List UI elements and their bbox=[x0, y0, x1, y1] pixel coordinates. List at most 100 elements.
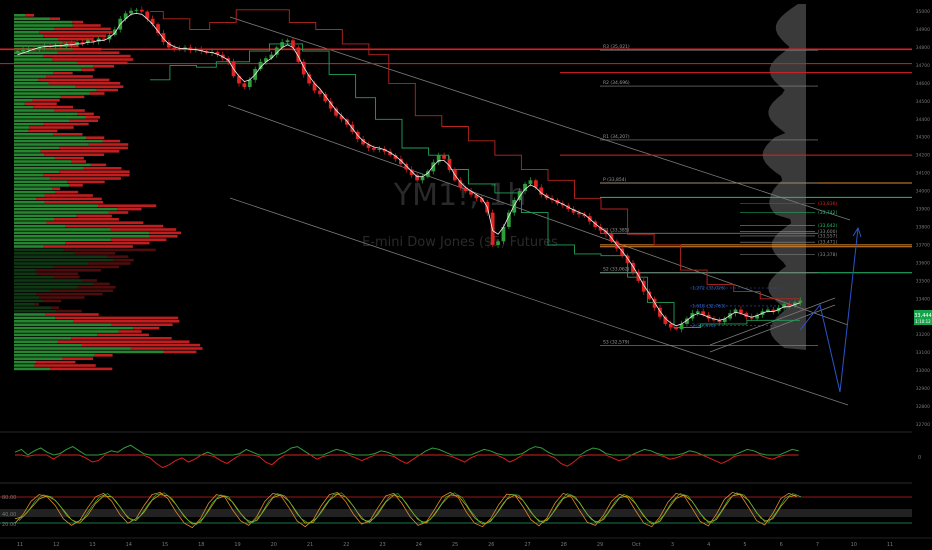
trading-chart[interactable]: YM1!, 1h E-mini Dow Jones ($5) Futures R… bbox=[0, 0, 932, 550]
profile-bar-sell bbox=[36, 272, 79, 275]
profile-bar-sell bbox=[46, 221, 144, 224]
profile-bar-buy bbox=[14, 211, 109, 214]
profile-bar-buy bbox=[14, 347, 131, 350]
profile-bar-sell bbox=[28, 129, 58, 133]
profile-bar-buy bbox=[14, 78, 39, 82]
profile-bar-buy bbox=[14, 320, 74, 323]
profile-bar-sell bbox=[43, 54, 131, 58]
profile-bar-sell bbox=[77, 112, 94, 116]
time-tick-label: 18 bbox=[198, 542, 204, 548]
profile-bar-buy bbox=[14, 119, 70, 122]
time-tick-label: Oct bbox=[632, 542, 641, 548]
profile-bar-sell bbox=[54, 109, 85, 112]
price-tick-label: 32900 bbox=[916, 386, 930, 392]
profile-bar-buy bbox=[14, 68, 82, 71]
candle-body bbox=[139, 9, 144, 12]
profile-bar-sell bbox=[54, 27, 111, 31]
profile-bar-sell bbox=[50, 177, 121, 180]
profile-bar-sell bbox=[43, 245, 133, 248]
profile-bar-buy bbox=[14, 27, 55, 31]
time-tick-label: 23 bbox=[379, 542, 385, 548]
target-label: (33,742) bbox=[818, 210, 838, 216]
profile-bar-buy bbox=[14, 58, 53, 61]
profile-bar-buy bbox=[14, 126, 30, 129]
price-tick-label: 34500 bbox=[916, 99, 930, 105]
profile-bar-sell bbox=[97, 204, 157, 207]
price-tick-label: 33000 bbox=[916, 368, 930, 374]
price-tick-label: 34600 bbox=[916, 81, 930, 87]
osc-axis-zero: 0 bbox=[918, 455, 921, 461]
profile-bar-sell bbox=[149, 235, 178, 238]
profile-bar-sell bbox=[72, 24, 101, 27]
profile-bar-sell bbox=[67, 180, 105, 184]
price-tick-label: 34400 bbox=[916, 117, 930, 123]
candle-body bbox=[15, 51, 20, 53]
profile-bar-sell bbox=[44, 194, 93, 197]
profile-bar-buy bbox=[14, 92, 90, 95]
profile-bar-buy bbox=[14, 184, 70, 187]
time-tick-label: 25 bbox=[452, 542, 458, 548]
profile-bar-buy bbox=[14, 252, 75, 255]
profile-bar-sell bbox=[108, 211, 129, 214]
profile-bar-sell bbox=[40, 150, 120, 153]
profile-bar-buy bbox=[14, 136, 87, 139]
profile-bar-sell bbox=[97, 333, 149, 337]
profile-bar-sell bbox=[130, 347, 203, 350]
profile-bar-buy bbox=[14, 116, 86, 119]
time-tick-label: 11 bbox=[887, 542, 893, 548]
profile-bar-sell bbox=[52, 58, 134, 61]
profile-bar-buy bbox=[14, 354, 95, 357]
profile-bar-buy bbox=[14, 214, 77, 218]
candle-body bbox=[285, 40, 290, 43]
profile-bar-sell bbox=[149, 231, 182, 235]
target-label: (33,378) bbox=[818, 252, 838, 258]
profile-bar-buy bbox=[14, 269, 36, 272]
profile-bar-buy bbox=[14, 360, 37, 364]
profile-bar-buy bbox=[14, 235, 150, 238]
profile-bar-buy bbox=[14, 248, 64, 252]
candle-body bbox=[247, 79, 252, 87]
target-label: (33,642) bbox=[818, 223, 838, 229]
profile-bar-sell bbox=[62, 41, 76, 44]
profile-bar-buy bbox=[14, 340, 58, 343]
price-tick-label: 33100 bbox=[916, 350, 930, 356]
price-tick-label: 33800 bbox=[916, 224, 930, 230]
profile-bar-buy bbox=[14, 309, 57, 313]
time-tick-label: 10 bbox=[851, 542, 857, 548]
profile-bar-sell bbox=[57, 340, 190, 343]
profile-bar-buy bbox=[14, 224, 66, 228]
profile-bar-buy bbox=[14, 167, 84, 170]
price-tick-label: 33700 bbox=[916, 242, 930, 248]
profile-bar-sell bbox=[81, 68, 95, 71]
stoch-axis-40: 40.00 bbox=[2, 512, 16, 518]
profile-bar-buy bbox=[14, 177, 51, 180]
stoch-axis-80: 80.00 bbox=[2, 495, 16, 501]
profile-bar-sell bbox=[44, 153, 104, 156]
profile-bar-buy bbox=[14, 241, 66, 245]
price-tick-label: 32700 bbox=[916, 422, 930, 428]
candle-body bbox=[420, 176, 425, 181]
pivot-label: S3 (32,579) bbox=[603, 339, 630, 345]
time-tick-label: 19 bbox=[234, 542, 240, 548]
profile-bar-buy bbox=[14, 31, 40, 34]
profile-bar-sell bbox=[96, 88, 118, 92]
price-tick-label: 34100 bbox=[916, 171, 930, 177]
profile-bar-buy bbox=[14, 258, 114, 262]
target-label: (33,557) bbox=[818, 233, 838, 239]
time-tick-label: 4 bbox=[707, 542, 710, 548]
profile-bar-buy bbox=[14, 95, 61, 99]
profile-bar-buy bbox=[14, 279, 82, 282]
profile-bar-sell bbox=[102, 139, 121, 143]
price-tick-label: 34700 bbox=[916, 63, 930, 69]
profile-bar-buy bbox=[14, 204, 98, 207]
profile-bar-sell bbox=[52, 187, 61, 190]
profile-bar-buy bbox=[14, 109, 55, 112]
profile-bar-buy bbox=[14, 265, 54, 269]
profile-bar-buy bbox=[14, 122, 44, 126]
fib-label: 1.618 (32,763) bbox=[692, 303, 726, 309]
profile-bar-buy bbox=[14, 20, 73, 24]
profile-bar-buy bbox=[14, 272, 37, 275]
profile-bar-buy bbox=[14, 139, 103, 143]
candle-body bbox=[80, 42, 85, 44]
profile-bar-buy bbox=[14, 238, 111, 241]
